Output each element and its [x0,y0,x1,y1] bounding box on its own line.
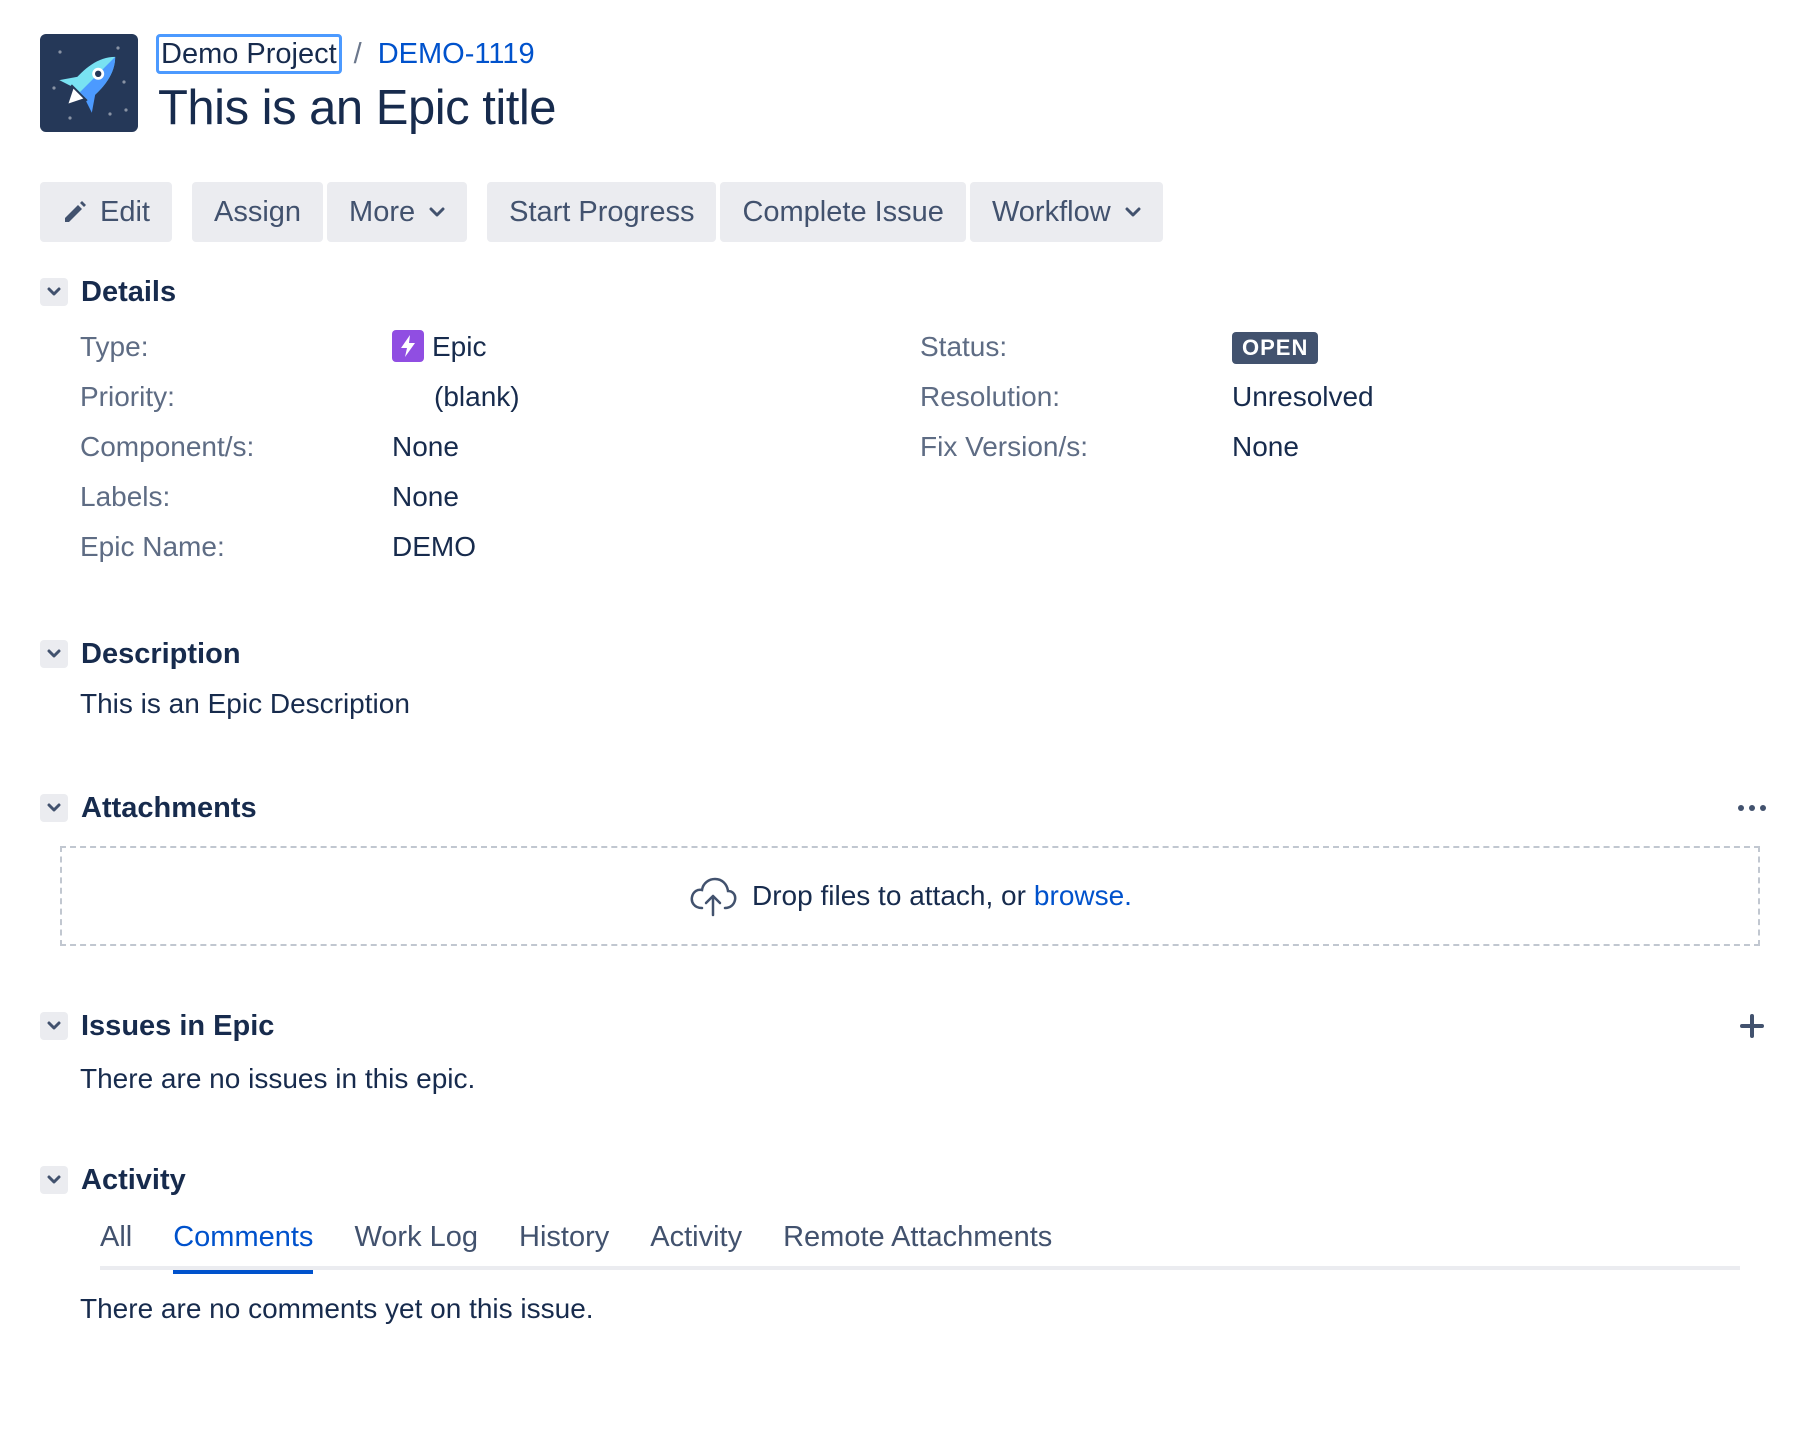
breadcrumb-separator: / [353,37,362,70]
breadcrumb: Demo Project / DEMO-1119 [156,34,535,74]
components-label: Component/s: [80,431,255,462]
chevron-down-icon [47,287,61,296]
browse-link[interactable]: browse. [1034,880,1132,912]
attachment-dropzone[interactable]: Drop files to attach, or browse. [60,846,1760,946]
activity-section-header: Activity [40,1162,1770,1198]
issue-toolbar: Edit Assign More Start Progress Complete… [40,182,1163,242]
workflow-button-label: Workflow [991,195,1111,228]
activity-tabs: All Comments Work Log History Activity R… [100,1218,1740,1274]
tab-remote-attachments[interactable]: Remote Attachments [783,1218,1052,1270]
tab-activity[interactable]: Activity [650,1218,742,1270]
activity-title: Activity [81,1163,186,1196]
assign-button-label: Assign [213,195,302,228]
description-collapse-toggle[interactable] [40,640,68,668]
tab-history[interactable]: History [519,1218,609,1270]
labels-value: None [392,481,459,512]
assign-more-group: Assign More [191,182,468,242]
status-value: OPEN [1232,330,1319,364]
details-section-header: Details [40,274,1770,310]
complete-issue-label: Complete Issue [742,195,944,228]
components-value: None [392,431,459,462]
plus-icon [1740,1014,1764,1038]
epic-name-value: DEMO [392,531,476,562]
chevron-down-icon [47,1021,61,1030]
priority-label: Priority: [80,381,175,412]
attachments-collapse-toggle[interactable] [40,794,68,822]
page-title: This is an Epic title [158,81,557,135]
type-value: Epic [392,329,487,365]
comments-empty-text: There are no comments yet on this issue. [80,1293,594,1324]
tab-work-log[interactable]: Work Log [354,1218,478,1270]
issue-header: Demo Project / DEMO-1119 This is an Epic… [40,34,1740,135]
resolution-value: Unresolved [1232,381,1374,412]
description-text[interactable]: This is an Epic Description [80,688,410,720]
tab-comments[interactable]: Comments [173,1218,314,1274]
attachments-section-header: Attachments [40,790,1770,826]
labels-label: Labels: [80,481,171,512]
issues-in-epic-empty-text: There are no issues in this epic. [80,1063,476,1094]
workflow-dropdown-button[interactable]: Workflow [969,182,1163,242]
more-options-icon [1738,805,1766,811]
complete-issue-button[interactable]: Complete Issue [720,182,966,242]
details-collapse-toggle[interactable] [40,278,68,306]
attachments-title: Attachments [81,791,257,824]
fix-version-value: None [1232,431,1299,462]
pencil-icon [65,201,86,222]
type-value-text: Epic [432,331,487,362]
type-label: Type: [80,331,149,362]
workflow-group: Start Progress Complete Issue Workflow [487,182,1163,242]
dropzone-text: Drop files to attach, or [752,880,1026,911]
add-issue-to-epic-button[interactable] [1734,1008,1770,1044]
project-avatar-rocket-icon[interactable] [40,34,138,132]
attachments-more-options-button[interactable] [1734,790,1770,826]
activity-collapse-toggle[interactable] [40,1166,68,1194]
tab-all[interactable]: All [100,1218,132,1270]
edit-button-label: Edit [100,195,150,228]
issues-in-epic-collapse-toggle[interactable] [40,1012,68,1040]
chevron-down-icon [429,207,445,217]
start-progress-button[interactable]: Start Progress [487,182,717,242]
description-title: Description [81,637,241,670]
status-label: Status: [920,331,1008,362]
more-dropdown-button[interactable]: More [327,182,468,242]
description-section-header: Description [40,636,1770,672]
edit-group: Edit [40,182,172,242]
issues-in-epic-section-header: Issues in Epic [40,1008,1770,1044]
cloud-upload-icon [690,877,737,917]
chevron-down-icon [47,1175,61,1184]
breadcrumb-project-link[interactable]: Demo Project [156,34,342,74]
more-button-label: More [349,195,416,228]
epic-lightning-icon [392,329,424,362]
issues-in-epic-title: Issues in Epic [81,1009,275,1042]
fix-version-label: Fix Version/s: [920,431,1089,462]
chevron-down-icon [47,649,61,658]
breadcrumb-issue-key-link[interactable]: DEMO-1119 [378,38,535,71]
start-progress-label: Start Progress [509,195,695,228]
chevron-down-icon [1125,207,1141,217]
resolution-label: Resolution: [920,381,1061,412]
status-badge: OPEN [1232,332,1319,364]
epic-name-label: Epic Name: [80,531,225,562]
priority-value: (blank) [434,381,520,412]
edit-button[interactable]: Edit [40,182,172,242]
assign-button[interactable]: Assign [191,182,324,242]
chevron-down-icon [47,803,61,812]
details-title: Details [81,275,177,308]
